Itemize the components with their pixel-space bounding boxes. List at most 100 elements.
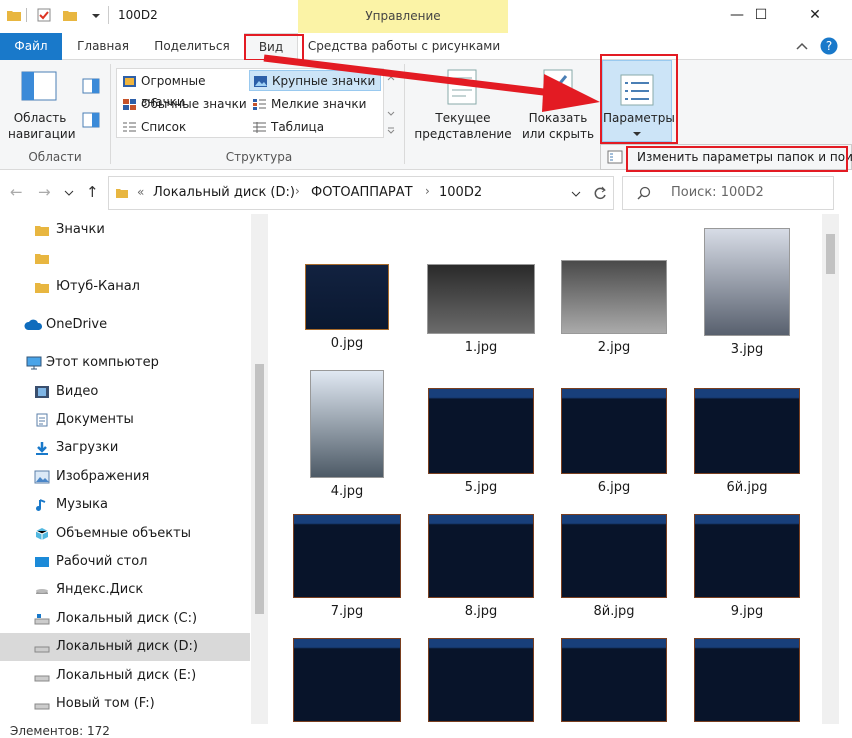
help-icon[interactable]: ?	[820, 37, 838, 55]
file-name: 1.jpg	[464, 340, 498, 355]
nav-item-desktop[interactable]: Рабочий стол	[0, 548, 250, 576]
breadcrumb-item[interactable]: Локальный диск (D:)	[153, 185, 295, 200]
tab-file[interactable]: Файл	[0, 33, 62, 60]
nav-item-music[interactable]: Музыка	[0, 491, 250, 519]
file-name: 6й.jpg	[726, 480, 768, 495]
nav-item-documents[interactable]: Документы	[0, 406, 250, 434]
close-button[interactable]: ✕	[792, 0, 838, 32]
nav-label: Новый том (F:)	[56, 696, 155, 711]
file-item[interactable]: 4.jpg	[288, 370, 406, 499]
new-folder-icon[interactable]	[62, 7, 78, 23]
nav-item-drive-f[interactable]: Новый том (F:)	[0, 690, 250, 718]
file-grid: 0.jpg 1.jpg 2.jpg 3.jpg 4.jpg 5.jpg 6.jp…	[274, 214, 820, 724]
extra-large-icons-icon	[123, 76, 136, 87]
thumbnail	[428, 638, 534, 722]
file-item[interactable]: 0.jpg	[288, 264, 406, 351]
up-button[interactable]: ↑	[86, 183, 99, 201]
nav-item-drive-d[interactable]: Локальный диск (D:)	[0, 633, 250, 661]
file-item[interactable]: 7.jpg	[288, 514, 406, 619]
file-item[interactable]	[555, 638, 673, 722]
file-scrollbar[interactable]	[822, 214, 839, 724]
thumbnail	[310, 370, 384, 478]
chevron-down-icon[interactable]	[64, 189, 74, 197]
thumbnail	[428, 388, 534, 474]
forward-button[interactable]: →	[38, 183, 51, 201]
nav-item-onedrive[interactable]: OneDrive	[0, 311, 250, 339]
nav-item-this-pc[interactable]: Этот компьютер	[0, 349, 250, 377]
layout-label: Таблица	[271, 120, 325, 134]
file-item[interactable]	[688, 638, 806, 722]
nav-label: Объемные объекты	[56, 526, 191, 541]
properties-icon[interactable]	[36, 7, 52, 23]
nav-item-drive-e[interactable]: Локальный диск (E:)	[0, 662, 250, 690]
music-icon	[36, 499, 46, 511]
file-item[interactable]: 2.jpg	[555, 260, 673, 355]
annotation-box	[626, 146, 848, 172]
file-item[interactable]: 6.jpg	[555, 388, 673, 495]
nav-item-3d-objects[interactable]: Объемные объекты	[0, 520, 250, 548]
file-item[interactable]	[288, 638, 406, 722]
drive-icon	[34, 614, 50, 625]
file-item[interactable]: 8й.jpg	[555, 514, 673, 619]
nav-scrollbar[interactable]	[251, 214, 268, 724]
back-button[interactable]: ←	[10, 183, 23, 201]
nav-item-drive-c[interactable]: Локальный диск (C:)	[0, 605, 250, 633]
nav-label: Локальный диск (D:)	[56, 639, 198, 654]
nav-item-folder[interactable]: Значки	[0, 216, 250, 244]
chevron-up-icon[interactable]	[796, 41, 808, 51]
maximize-button[interactable]: ☐	[738, 0, 784, 32]
layout-extra-large-icons[interactable]: Огромные значки	[119, 71, 247, 109]
file-item[interactable]: 5.jpg	[422, 388, 540, 495]
details-pane-icon[interactable]	[82, 112, 100, 128]
breadcrumb-item[interactable]: ФОТОАППАРАТ	[311, 185, 413, 200]
breadcrumb-separator: ›	[295, 184, 300, 198]
chevron-down-icon[interactable]	[88, 7, 104, 23]
nav-item-pictures[interactable]: Изображения	[0, 463, 250, 491]
layout-list[interactable]: Список	[119, 117, 247, 138]
address-bar[interactable]: « Локальный диск (D:) › ФОТОАППАРАТ › 10…	[108, 176, 614, 210]
thumbnail	[428, 514, 534, 598]
file-name: 3.jpg	[730, 342, 764, 357]
tab-share[interactable]: Поделиться	[148, 33, 236, 60]
refresh-icon[interactable]	[593, 186, 607, 200]
nav-label: Музыка	[56, 497, 108, 512]
thumbnail	[427, 264, 535, 334]
layout-details[interactable]: Таблица	[249, 117, 381, 138]
folder-icon	[35, 254, 49, 264]
nav-item-downloads[interactable]: Загрузки	[0, 434, 250, 462]
file-item[interactable]: 8.jpg	[422, 514, 540, 619]
tab-manage[interactable]: Управление	[298, 0, 508, 33]
layout-medium-icons[interactable]: Обычные значки	[119, 94, 247, 115]
search-input[interactable]: Поиск: 100D2	[622, 176, 834, 210]
drive-icon	[34, 646, 50, 653]
breadcrumb-item[interactable]: 100D2	[439, 185, 482, 200]
nav-item-yandex-disk[interactable]: Яндекс.Диск	[0, 576, 250, 604]
file-item[interactable]: 9.jpg	[688, 514, 806, 619]
file-name: 9.jpg	[730, 604, 764, 619]
thumbnail	[694, 514, 800, 598]
current-view-label: Текущее представление	[414, 111, 512, 141]
nav-item-folder[interactable]: Ютуб-Канал	[0, 273, 250, 301]
nav-item-video[interactable]: Видео	[0, 378, 250, 406]
file-item[interactable]: 6й.jpg	[688, 388, 806, 495]
scrollbar-thumb[interactable]	[255, 364, 264, 614]
scrollbar-thumb[interactable]	[826, 234, 835, 274]
navigation-pane-icon[interactable]	[20, 68, 60, 106]
nav-item-folder[interactable]	[0, 244, 250, 272]
chevron-down-icon[interactable]	[571, 190, 581, 198]
file-item[interactable]	[422, 638, 540, 722]
layout-label: Обычные значки	[141, 97, 247, 111]
preview-pane-icon[interactable]	[82, 78, 100, 94]
navigation-pane-button[interactable]: Область навигации	[8, 110, 76, 142]
folder-options-icon	[607, 150, 623, 164]
file-item[interactable]: 1.jpg	[422, 264, 540, 355]
thumbnail	[561, 638, 667, 722]
file-name: 7.jpg	[330, 604, 364, 619]
navigation-pane: Значки Ютуб-Канал OneDrive Этот компьюте…	[0, 214, 268, 724]
folder-icon	[35, 283, 49, 293]
drive-icon	[34, 675, 50, 682]
tab-home[interactable]: Главная	[66, 33, 140, 60]
file-name: 4.jpg	[330, 484, 364, 499]
status-bar: Элементов: 172	[0, 724, 852, 738]
file-item[interactable]: 3.jpg	[688, 228, 806, 357]
